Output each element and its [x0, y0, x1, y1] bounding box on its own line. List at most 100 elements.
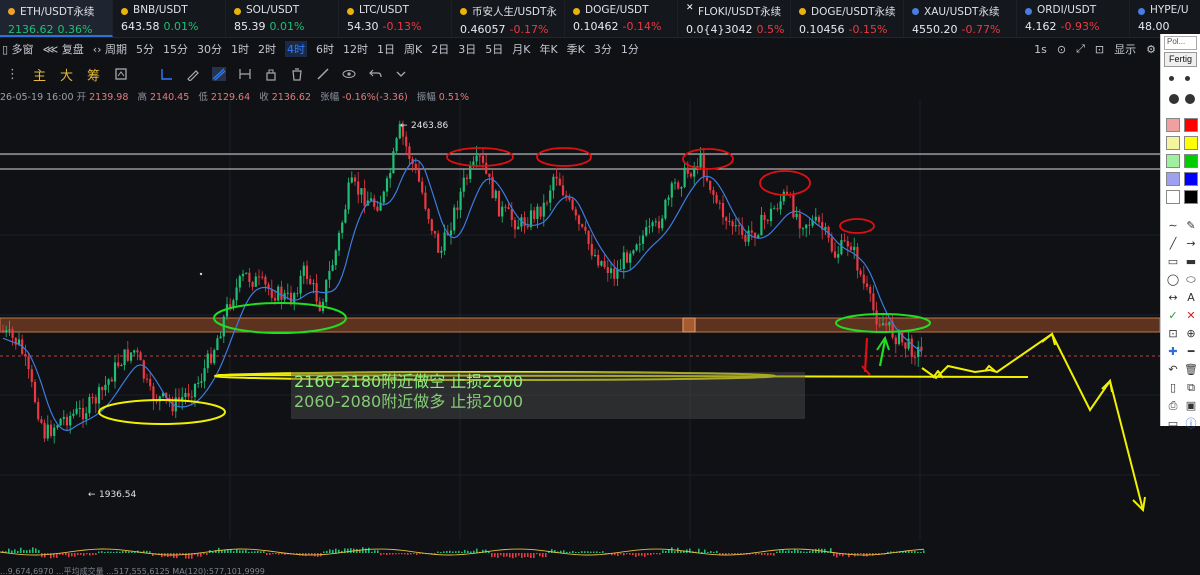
chart-setting-button[interactable]: ⚙	[1146, 43, 1156, 56]
ticker-tab[interactable]: HYPE/U 48.00	[1130, 0, 1200, 37]
color-swatch[interactable]	[1184, 136, 1198, 150]
rect-icon[interactable]: ⬭	[1183, 272, 1199, 288]
chart-setting-button[interactable]: 显示	[1114, 41, 1136, 57]
circle-icon[interactable]: A	[1183, 290, 1199, 306]
brush-size-icon[interactable]	[1169, 94, 1179, 104]
text-icon[interactable]: ⊕	[1183, 326, 1199, 342]
line-icon[interactable]: ▭	[1165, 254, 1181, 270]
period-option[interactable]: ⋘ 复盘	[43, 41, 84, 57]
brush-size-icon[interactable]	[1185, 94, 1195, 104]
arrow-icon[interactable]: ✕	[1183, 308, 1199, 324]
period-option[interactable]: 6时	[316, 41, 334, 57]
chart-setting-button[interactable]: ⊡	[1095, 43, 1104, 56]
ticker-tab[interactable]: ETH/USDT永续 2136.62 0.36%	[0, 0, 113, 37]
ticker-tab[interactable]: 币安人生/USDT永 0.46057 -0.17%	[452, 0, 565, 37]
pointer-icon[interactable]: ∼	[1165, 218, 1181, 234]
brush-size-icon[interactable]	[1169, 76, 1174, 81]
more-tools-icon[interactable]	[394, 67, 408, 81]
delete-icon[interactable]: ▭	[1165, 416, 1181, 432]
eye-tool-icon[interactable]	[342, 67, 356, 81]
period-option[interactable]: ‹› 周期	[93, 41, 127, 57]
more-menu-icon[interactable]: ⋮	[6, 67, 19, 82]
undo-icon[interactable]: ⎙	[1165, 398, 1181, 414]
color-swatch[interactable]	[1166, 154, 1180, 168]
pointer-icon[interactable]: ✎	[1183, 218, 1199, 234]
ticker-tab[interactable]: BNB/USDT 643.58 0.01%	[113, 0, 226, 37]
period-option[interactable]: 季K	[567, 41, 585, 57]
pen-icon[interactable]: ╱	[1165, 236, 1181, 252]
fib-tool-icon[interactable]	[238, 67, 252, 81]
check-icon[interactable]: ✚	[1165, 344, 1181, 360]
period-option[interactable]: 3日	[458, 41, 476, 57]
close-icon[interactable]: ↶	[1165, 362, 1181, 378]
ticker-tab[interactable]: SOL/USDT 85.39 0.01%	[226, 0, 339, 37]
period-option[interactable]: 2日	[431, 41, 449, 57]
ticker-tab[interactable]: LTC/USDT 54.30 -0.13%	[339, 0, 452, 37]
color-swatch[interactable]	[1184, 190, 1198, 204]
close-icon[interactable]: 🗑	[1183, 362, 1199, 378]
demand-ellipse[interactable]	[98, 399, 226, 425]
zoom-icon[interactable]: ⧉	[1183, 380, 1199, 396]
done-button[interactable]: Fertig	[1164, 52, 1197, 67]
check-icon[interactable]: ━	[1183, 344, 1199, 360]
undo-tool-icon[interactable]	[368, 67, 382, 81]
period-option[interactable]: 2时	[258, 41, 276, 57]
period-option[interactable]: 12时	[343, 41, 368, 57]
chart-setting-button[interactable]: ⊙	[1057, 43, 1066, 56]
zoom-icon[interactable]: ▯	[1165, 380, 1181, 396]
period-option[interactable]: 30分	[197, 41, 222, 57]
supply-zone-band[interactable]	[0, 317, 1160, 333]
price-chart[interactable]: ← 2463.86 ← 1936.54	[0, 100, 1160, 566]
ticker-tab[interactable]: DOGE/USDT永续 0.10456 -0.15%	[791, 0, 904, 37]
rect-icon[interactable]: ◯	[1165, 272, 1181, 288]
period-option[interactable]: 月K	[512, 41, 530, 57]
top-ellipse-2[interactable]	[536, 147, 592, 167]
color-swatch[interactable]	[1166, 190, 1180, 204]
top-ellipse-4[interactable]	[759, 170, 811, 196]
ticker-tab[interactable]: ORDI/USDT 4.162 -0.93%	[1017, 0, 1130, 37]
indicator-chips-button[interactable]: 筹	[87, 65, 100, 84]
indicator-main-button[interactable]: 主	[33, 65, 46, 84]
select-tool-icon[interactable]	[160, 67, 174, 81]
color-swatch[interactable]	[1166, 118, 1180, 132]
period-option[interactable]: ▯ 多窗	[2, 41, 34, 57]
period-option[interactable]: 4时	[285, 41, 308, 57]
trendline-tool-icon[interactable]	[212, 67, 227, 81]
color-swatch[interactable]	[1184, 172, 1198, 186]
color-swatch[interactable]	[1184, 154, 1198, 168]
period-option[interactable]: 1日	[377, 41, 395, 57]
color-swatch[interactable]	[1166, 172, 1180, 186]
indicator-big-button[interactable]: 大	[60, 65, 73, 84]
delete-icon[interactable]: ⓘ	[1183, 416, 1199, 432]
trash-tool-icon[interactable]	[290, 67, 304, 81]
pen-icon[interactable]: →	[1183, 236, 1199, 252]
chart-setting-button[interactable]: ⤢	[1076, 42, 1085, 56]
layout-icon[interactable]	[114, 67, 128, 81]
lock-tool-icon[interactable]	[264, 67, 278, 81]
period-option[interactable]: 5分	[136, 41, 154, 57]
period-option[interactable]: 5日	[485, 41, 503, 57]
projection-path[interactable]	[921, 332, 1144, 511]
circle-icon[interactable]: ↔	[1165, 290, 1181, 306]
top-ellipse-5[interactable]	[839, 218, 875, 234]
period-option[interactable]: 15分	[163, 41, 188, 57]
period-option[interactable]: 1分	[621, 41, 639, 57]
trade-notes[interactable]: 2160-2180附近做空 止损2200 2060-2080附近做多 止损200…	[291, 372, 805, 419]
undo-icon[interactable]: ▣	[1183, 398, 1199, 414]
ticker-tab[interactable]: DOGE/USDT 0.10462 -0.14%	[565, 0, 678, 37]
arrow-icon[interactable]: ✓	[1165, 308, 1181, 324]
text-icon[interactable]: ⊡	[1165, 326, 1181, 342]
chart-setting-button[interactable]: 1s	[1034, 43, 1047, 56]
ruler-tool-icon[interactable]	[316, 67, 330, 81]
period-option[interactable]: 年K	[539, 41, 557, 57]
period-option[interactable]: 3分	[594, 41, 612, 57]
ticker-tab[interactable]: XAU/USDT永续 4550.20 -0.77%	[904, 0, 1017, 37]
ticker-tab[interactable]: ✕ FLOKI/USDT永续 0.0{4}3042 0.5%	[678, 0, 791, 37]
pencil-tool-icon[interactable]	[186, 67, 200, 81]
color-swatch[interactable]	[1166, 136, 1180, 150]
brush-size-icon[interactable]	[1185, 76, 1190, 81]
period-option[interactable]: 周K	[404, 41, 422, 57]
color-swatch[interactable]	[1184, 118, 1198, 132]
period-option[interactable]: 1时	[231, 41, 249, 57]
line-icon[interactable]: ▬	[1183, 254, 1199, 270]
